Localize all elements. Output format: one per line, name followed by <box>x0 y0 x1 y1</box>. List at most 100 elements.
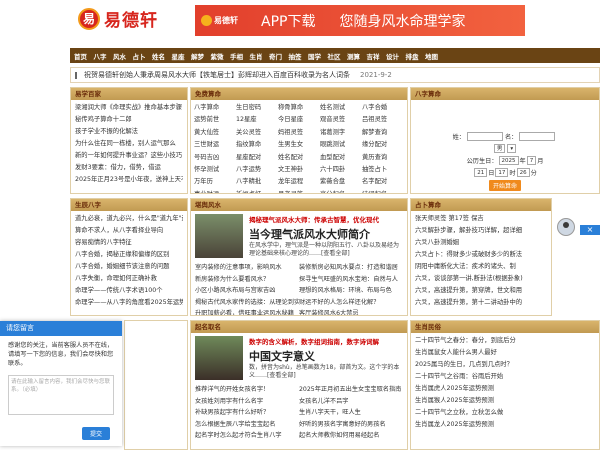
list-item[interactable]: 八字合婚 <box>362 102 404 114</box>
month-select[interactable]: 7 <box>526 156 537 165</box>
nav-item[interactable]: 排盘 <box>406 51 419 61</box>
list-item[interactable]: 运势前世 <box>194 114 236 126</box>
nav-item[interactable]: 首页 <box>74 51 87 61</box>
feature-image[interactable] <box>195 214 243 258</box>
list-item[interactable]: 怎么根据生辰八字给宝宝起名 <box>195 419 299 431</box>
list-item[interactable]: 命理学——传统八字术语100个 <box>75 285 183 297</box>
list-item[interactable]: 三世财运 <box>194 139 236 151</box>
list-item[interactable]: 女孩名儿洋不吕字 <box>299 396 403 408</box>
list-item[interactable]: 文王神卦 <box>278 164 320 176</box>
nav-item[interactable]: 抽签 <box>289 51 302 61</box>
list-item[interactable]: 揭秘古代风水家传的选接：从理论到实践 <box>195 297 299 309</box>
list-item[interactable]: 六爻解卦步骤，解卦技巧详解，超详细 <box>415 225 547 237</box>
list-item[interactable]: 补缺男孩起字有什么好听？ <box>195 407 299 419</box>
list-item[interactable]: 紫薇合盘 <box>320 176 362 188</box>
list-item[interactable]: 黄历查询 <box>362 152 404 164</box>
list-item[interactable]: 二十四节气之谷雨：谷雨后开始 <box>415 371 595 383</box>
list-item[interactable]: 发财3要素：借力，借势，借运 <box>75 162 183 174</box>
list-item[interactable]: 观音灵签 <box>320 114 362 126</box>
list-item[interactable]: 算命不求人，从八字看择业导向 <box>75 225 183 237</box>
app-download-banner[interactable]: 易德轩 APP下载 您随身风水命理学家 <box>195 5 525 36</box>
feature-heading[interactable]: 当今理气派风水大师简介 <box>249 226 403 242</box>
nav-item[interactable]: 生肖 <box>250 51 263 61</box>
year-select[interactable]: 2025 <box>498 156 519 165</box>
list-item[interactable]: 生肖属猴人2025年运势预测 <box>415 395 595 407</box>
nav-item[interactable]: 手相 <box>230 51 243 61</box>
submit-button[interactable]: 开始算命 <box>488 180 521 191</box>
list-item[interactable]: 今日星座 <box>278 114 320 126</box>
nav-item[interactable]: 星座 <box>172 51 185 61</box>
gender-select[interactable]: 男 <box>493 144 506 153</box>
floating-close-button[interactable]: × <box>580 225 600 235</box>
list-item[interactable]: 12星座 <box>236 114 278 126</box>
nav-item[interactable]: 解梦 <box>191 51 204 61</box>
list-item[interactable]: 名字配对 <box>362 176 404 188</box>
list-item[interactable]: 女孩姓刘用字有什么名字 <box>195 396 299 408</box>
list-item[interactable]: 张天师灵签 第17签 保吉 <box>415 213 547 225</box>
feature-title[interactable]: 数字的含义解析，数字组词指南，数字诗词解 <box>249 336 403 346</box>
list-item[interactable]: 新的一年如何提升事业运？这些小技巧 <box>75 150 183 162</box>
feature-heading[interactable]: 中国文字意义 <box>249 348 403 364</box>
list-item[interactable]: 六爻，高速提升第，第十二讲动卦中的 <box>415 297 547 309</box>
list-item[interactable]: 二十四节气之春分：春分，到底后分 <box>415 335 595 347</box>
list-item[interactable]: 客厅装修风水6大禁忌 <box>299 308 403 315</box>
list-item[interactable]: 八字失衡，命理如何正确补救 <box>75 273 183 285</box>
notice-link[interactable]: 祝贺易德轩创始人秉承周易风水大师【铁笔居士】彭辉却进入百度百科收录为名人词条 <box>84 70 350 80</box>
list-item[interactable]: 八字运势 <box>236 164 278 176</box>
list-item[interactable]: 生肖属龙人2025年运势预测 <box>415 419 595 431</box>
list-item[interactable]: 怀孕测试 <box>194 164 236 176</box>
list-item[interactable]: 抽签占卜 <box>362 164 404 176</box>
list-item[interactable]: 容易痴情的八字特征 <box>75 237 183 249</box>
nav-item[interactable]: 紫微 <box>211 51 224 61</box>
list-item[interactable]: 梁湘润大师《命理实战》推命基本步骤丨 <box>75 102 183 114</box>
nav-item[interactable]: 测算 <box>347 51 360 61</box>
list-item[interactable]: 血型配对 <box>320 152 362 164</box>
nav-item[interactable]: 奇门 <box>269 51 282 61</box>
list-item[interactable]: 秘传鸡子算命十二郎 <box>75 114 183 126</box>
list-item[interactable]: 理想的风水格局：环境、布局与色 <box>299 285 403 297</box>
list-item[interactable]: 生肖属虎人2025年运势预测 <box>415 383 595 395</box>
list-item[interactable]: 龙年运程 <box>278 176 320 188</box>
minute-select[interactable]: 26 <box>516 168 530 177</box>
nav-item[interactable]: 吉祥 <box>367 51 380 61</box>
list-item[interactable]: 妈祖灵签 <box>278 127 320 139</box>
list-item[interactable]: 阴阳中庸断化大法：疾术的诸头、制 <box>415 261 547 273</box>
list-item[interactable]: 六爻占卜：得财多少或破财多少的断法 <box>415 249 547 261</box>
list-item[interactable]: 八字合婚，揭秘正缘和偏缘的区别 <box>75 249 183 261</box>
list-item[interactable]: 吕祖灵签 <box>362 114 404 126</box>
chat-textarea[interactable]: 请在此输入留言内容，我们会尽快与您联系。（必填） <box>8 375 114 415</box>
list-item[interactable]: 生日密码 <box>236 102 278 114</box>
list-item[interactable]: 六十四卦 <box>320 164 362 176</box>
list-item[interactable]: 道九必衰，道九必兴，什么是"道九年"运 <box>75 213 183 225</box>
list-item[interactable]: 财运不好的人怎么样还化解？ <box>299 297 403 309</box>
list-item[interactable]: 新房装修为什么要看风水？ <box>195 274 299 286</box>
list-item[interactable]: 月老灵签 <box>278 189 320 193</box>
list-item[interactable]: 命理学——从八字的角度看2025年运势 <box>75 297 183 309</box>
list-item[interactable]: 室内装修的注意事项，影响风水 <box>195 262 299 274</box>
list-item[interactable]: 起名大师教你如何用易经起名 <box>299 430 403 442</box>
list-item[interactable]: 六爻，谈谈部第一讲,断卦法(根据卦象) <box>415 273 547 285</box>
list-item[interactable]: 探寻生气旺盛的风水宝地：自然与人 <box>299 274 403 286</box>
customer-service-avatar[interactable] <box>557 218 575 236</box>
nav-item[interactable]: 国学 <box>308 51 321 61</box>
list-item[interactable]: 解梦查询 <box>362 127 404 139</box>
chat-send-button[interactable]: 提交 <box>81 427 110 440</box>
list-item[interactable]: 号码吉凶 <box>194 152 236 164</box>
calendar-select[interactable]: ▾ <box>507 144 517 153</box>
list-item[interactable]: 指纹算命 <box>236 139 278 151</box>
list-item[interactable]: 好听的男孩名字寓意好的男孩名 <box>299 419 403 431</box>
feature-title[interactable]: 揭秘理气派风水大师：传承古智慧，优化现代 <box>249 214 403 224</box>
surname-input[interactable] <box>467 132 503 141</box>
nav-item[interactable]: 地图 <box>425 51 438 61</box>
list-item[interactable]: 黄大仙签 <box>194 127 236 139</box>
given-name-input[interactable] <box>519 132 556 141</box>
nav-item[interactable]: 姓名 <box>152 51 165 61</box>
nav-item[interactable]: 风水 <box>113 51 126 61</box>
list-item[interactable]: 诸葛测字 <box>320 127 362 139</box>
list-item[interactable]: 生肖属鼠女人能什么男人最好 <box>415 347 595 359</box>
list-item[interactable]: 八字合婚，婚姻细节该注意的问题 <box>75 261 183 273</box>
list-item[interactable]: 八字算命 <box>194 102 236 114</box>
nav-item[interactable]: 占卜 <box>133 51 146 61</box>
list-item[interactable]: 诗词起名 <box>362 189 404 193</box>
nav-item[interactable]: 社区 <box>328 51 341 61</box>
